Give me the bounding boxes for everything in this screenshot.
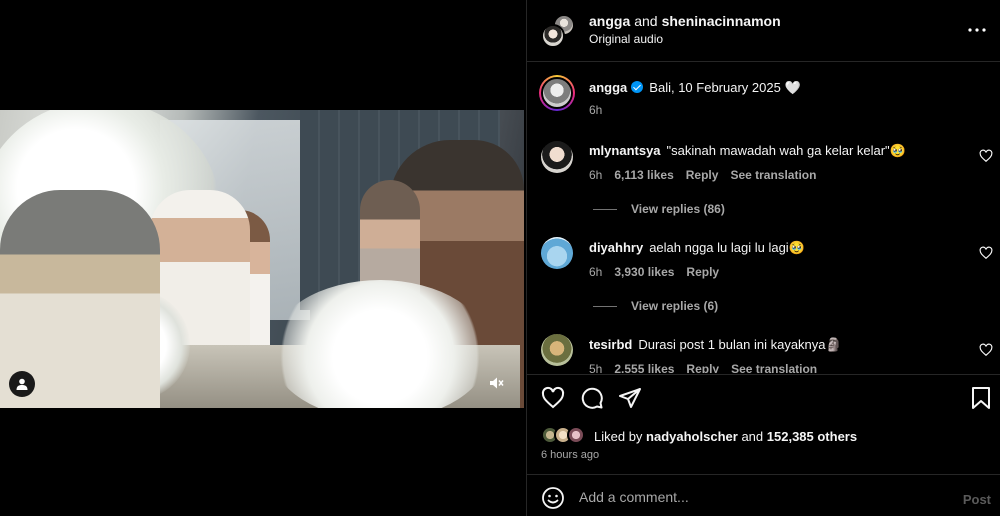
media-pane [0,0,526,516]
mute-button[interactable] [483,370,509,396]
liked-by-avatars[interactable] [541,426,589,446]
view-replies-button[interactable]: View replies (6) [593,299,718,313]
reply-button[interactable]: Reply [686,265,719,279]
caption-meta: 6h [589,103,614,117]
comment-body: Durasi post 1 bulan ini kayaknya [638,337,826,352]
comment-emoji: 🗿 [825,337,842,352]
reply-button[interactable]: Reply [686,168,719,182]
heart-icon [541,386,565,409]
post-actions: Liked by nadyaholscher and 152,385 other… [527,374,1000,474]
header-joiner: and [634,13,658,29]
header-usernames: angga and sheninacinnamon [589,13,781,29]
comment-likes[interactable]: 6,113 likes [614,168,673,182]
comment-emoji: 🥹 [889,143,906,158]
liker-avatar [567,426,585,444]
comments-list[interactable]: angga Bali, 10 February 2025 🤍 6h mlynant… [527,63,1000,373]
header-user-angga[interactable]: angga [589,13,630,29]
comment-username[interactable]: mlynantsya [589,143,661,158]
caption-avatar[interactable] [539,75,575,111]
caption-text: angga Bali, 10 February 2025 🤍 [589,80,801,96]
comment-text: mlynantsya "sakinah mawadah wah ga kelar … [589,143,906,159]
post-side-panel: angga and sheninacinnamon Original audio a… [526,0,1000,516]
add-comment-bar: Post [527,474,1000,516]
video-flowers-center [270,280,490,408]
comment-meta: 6h 6,113 likes Reply See translation [589,168,828,182]
comment-button[interactable] [579,385,605,411]
comment-input[interactable] [579,483,939,511]
more-icon [968,28,986,32]
more-options-button[interactable] [965,18,989,42]
comment-like-icon[interactable] [979,149,993,163]
emoji-button[interactable] [541,486,565,510]
see-translation-button[interactable]: See translation [731,362,817,373]
comment-time: 5h [589,362,603,373]
user-tag-icon [16,378,28,390]
comment-emoji: 🥹 [788,240,805,255]
liked-by-and: and [741,429,764,444]
verified-badge-icon [631,81,644,93]
like-button[interactable] [540,385,566,411]
bookmark-icon [972,387,990,409]
comment-avatar[interactable] [541,237,573,269]
comment-meta: 5h 2,555 likes Reply See translation [589,362,829,373]
audio-link[interactable]: Original audio [589,32,663,46]
liked-by-others[interactable]: 152,385 others [767,429,857,444]
comment-likes[interactable]: 2,555 likes [614,362,674,373]
liked-by-prefix: Liked by [594,429,643,444]
comment-body: aelah ngga lu lagi lu lagi [649,240,789,255]
liked-by-text: Liked by nadyaholscher and 152,385 other… [594,429,857,444]
caption-time: 6h [589,103,603,117]
caption-username[interactable]: angga [589,80,627,95]
comment-text: diyahhry aelah ngga lu lagi lu lagi🥹 [589,240,805,256]
avatar-angga [541,24,565,48]
comment-body: "sakinah mawadah wah ga kelar kelar" [666,143,890,158]
save-button[interactable] [968,385,994,411]
post-header: angga and sheninacinnamon Original audio [527,0,1000,62]
view-replies-button[interactable]: View replies (86) [593,202,725,216]
caption-body: Bali, 10 February 2025 [649,80,781,95]
liked-by-user[interactable]: nadyaholscher [646,429,738,444]
comment-avatar[interactable] [541,141,573,173]
user-tag-button[interactable] [9,371,35,397]
comment-avatar[interactable] [541,334,573,366]
caption-emoji: 🤍 [784,80,801,95]
comment-text: tesirbd Durasi post 1 bulan ini kayaknya🗿 [589,337,842,353]
header-user-shenina[interactable]: sheninacinnamon [662,13,781,29]
post-comment-button[interactable]: Post [963,492,991,507]
reel-video[interactable] [0,110,524,408]
comment-username[interactable]: tesirbd [589,337,632,352]
comment-time: 6h [589,265,603,279]
emoji-icon [542,487,564,509]
comment-username[interactable]: diyahhry [589,240,643,255]
share-icon [619,388,641,408]
reply-button[interactable]: Reply [686,362,719,373]
share-button[interactable] [617,385,643,411]
comment-like-icon[interactable] [979,246,993,260]
comment-icon [581,387,603,409]
collab-avatars[interactable] [541,14,575,48]
comment-likes[interactable]: 3,930 likes [614,265,674,279]
see-translation-button[interactable]: See translation [730,168,816,182]
comment-time: 6h [589,168,603,182]
comment-meta: 6h 3,930 likes Reply [589,265,731,279]
mute-icon [490,377,504,389]
comment-like-icon[interactable] [979,343,993,357]
post-time[interactable]: 6 hours ago [541,449,599,461]
